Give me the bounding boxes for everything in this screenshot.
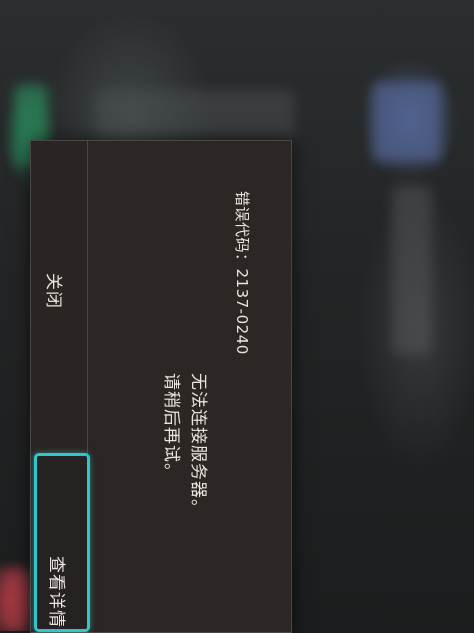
background-shape-grey-right — [392, 185, 432, 355]
close-button-label: 关闭 — [43, 273, 63, 309]
error-message: 无法连接服务器。 — [188, 373, 208, 517]
view-details-button[interactable]: 查看详情 — [34, 453, 90, 632]
error-dialog: 关闭 查看详情 错误代码：2137-0240 无法连接服务器。 请稍后再试。 — [30, 140, 292, 633]
background-shape-red — [0, 570, 28, 631]
retry-hint: 请稍后再试。 — [161, 373, 181, 481]
background-shape-grey-top — [95, 90, 295, 138]
background-shape-blue — [372, 82, 442, 162]
close-button[interactable]: 关闭 — [31, 141, 87, 446]
error-code: 错误代码：2137-0240 — [233, 191, 251, 355]
view-details-button-label: 查看详情 — [46, 556, 66, 628]
dialog-button-bar: 关闭 查看详情 — [31, 141, 90, 632]
